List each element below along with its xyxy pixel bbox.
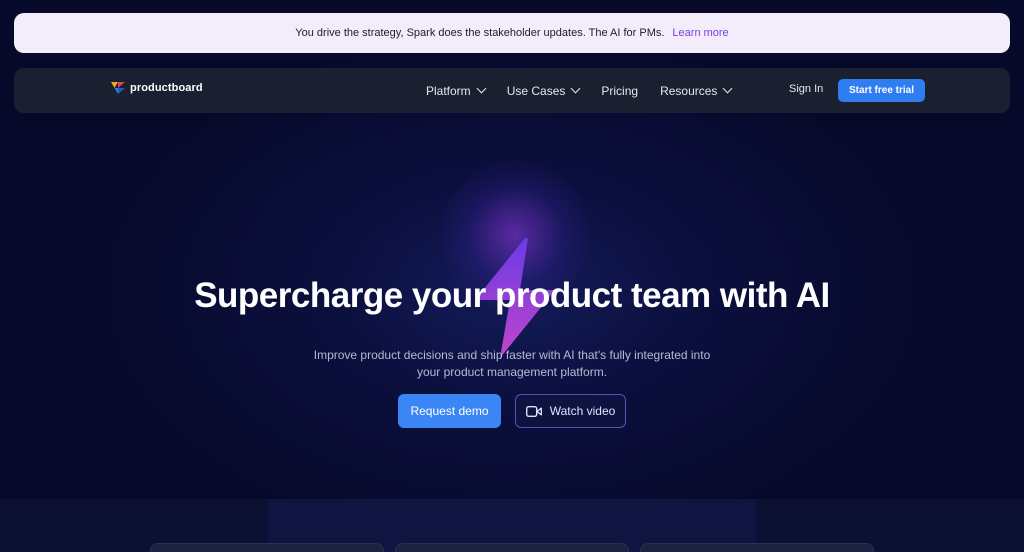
chevron-down-icon xyxy=(570,83,581,94)
hero-subtext: Improve product decisions and ship faste… xyxy=(302,347,722,381)
productboard-logo-icon xyxy=(111,82,125,94)
watch-video-button[interactable]: Watch video xyxy=(515,394,626,428)
menu-use-cases-label: Use Cases xyxy=(506,83,566,98)
hero-subtext-line1: Improve product decisions and ship faste… xyxy=(313,348,711,362)
watch-video-label: Watch video xyxy=(549,404,616,418)
menu-resources-label: Resources xyxy=(660,83,718,98)
video-camera-icon xyxy=(525,405,542,417)
hero-headline: Supercharge your product team with AI xyxy=(194,276,830,315)
request-demo-button[interactable]: Request demo xyxy=(398,394,501,428)
menu-resources[interactable]: Resources xyxy=(660,83,733,98)
feature-card[interactable] xyxy=(150,543,384,552)
menu-pricing[interactable]: Pricing xyxy=(601,84,638,98)
learn-more-link[interactable]: Learn more xyxy=(672,27,728,39)
menu-use-cases[interactable]: Use Cases xyxy=(506,83,581,98)
chevron-down-icon xyxy=(476,83,487,94)
start-free-trial-button[interactable]: Start free trial xyxy=(838,79,925,102)
menu-pricing-label: Pricing xyxy=(601,83,639,98)
announcement-banner: You drive the strategy, Spark does the s… xyxy=(14,13,1010,53)
logo[interactable]: productboard xyxy=(111,82,203,94)
announcement-text: You drive the strategy, Spark does the s… xyxy=(295,27,665,39)
chevron-down-icon xyxy=(722,83,733,94)
feature-card[interactable] xyxy=(395,543,629,552)
hero-subtext-line2: your product management platform. xyxy=(416,365,608,379)
main-menu: Platform Use Cases Pricing Resources xyxy=(426,68,753,113)
logo-text: productboard xyxy=(130,82,203,94)
menu-platform-label: Platform xyxy=(426,83,471,98)
menu-platform[interactable]: Platform xyxy=(426,83,487,98)
sign-in-link[interactable]: Sign In xyxy=(789,83,823,95)
navbar: productboard Platform Use Cases Pricing … xyxy=(14,68,1010,113)
page: You drive the strategy, Spark does the s… xyxy=(0,0,1024,552)
feature-card[interactable] xyxy=(640,543,874,552)
